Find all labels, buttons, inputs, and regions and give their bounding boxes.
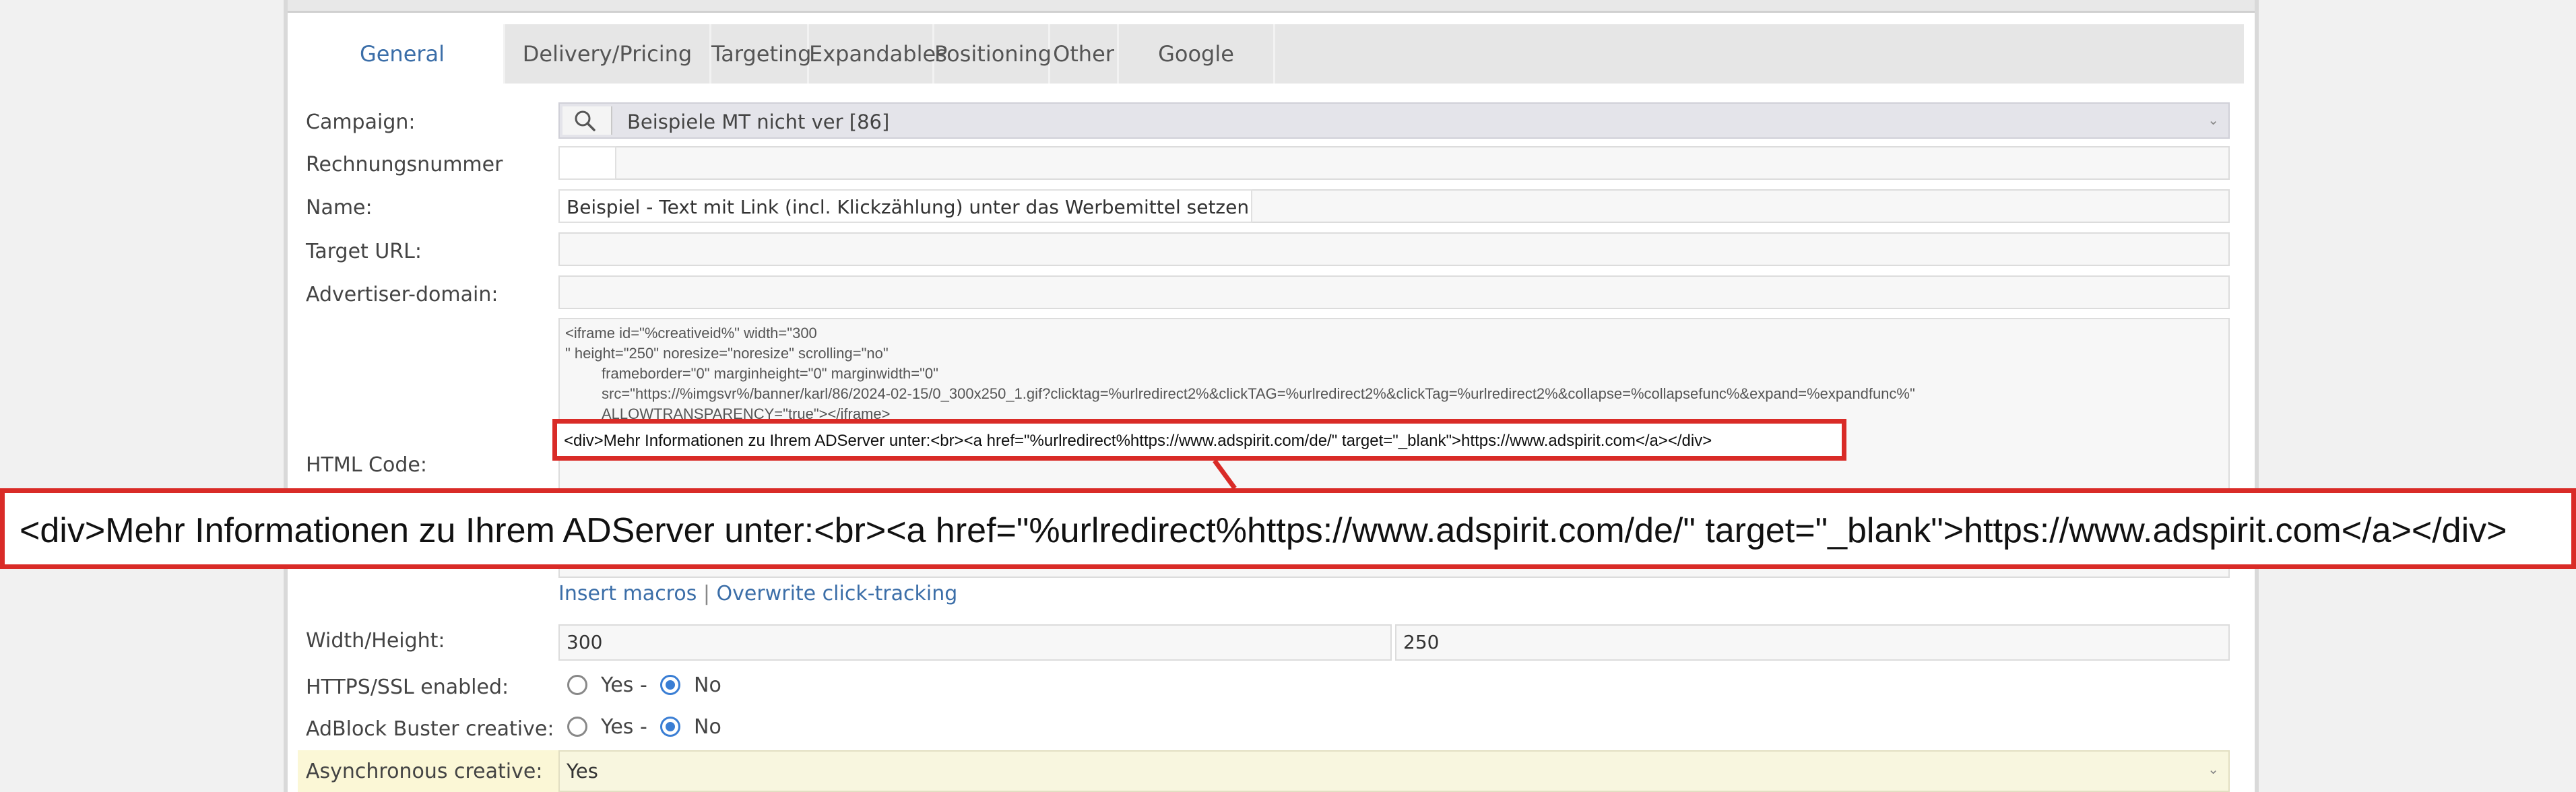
tab-positioning[interactable]: Positioning <box>934 24 1052 84</box>
width-value: 300 <box>567 631 603 653</box>
panel-top-edge <box>288 0 2255 13</box>
width-input[interactable]: 300 <box>558 624 1392 661</box>
tab-other[interactable]: Other <box>1050 24 1119 84</box>
code-zoom-callout: <div>Mehr Informationen zu Ihrem ADServe… <box>0 488 2576 569</box>
height-input[interactable]: 250 <box>1395 624 2230 661</box>
name-label: Name: <box>306 196 373 220</box>
code-line: <iframe id="%creativeid%" width="300 <box>565 325 817 341</box>
code-line: src="https://%imgsvr%/banner/karl/86/202… <box>602 385 1915 402</box>
link-separator: | <box>703 582 710 605</box>
async-label: Asynchronous creative: <box>306 760 543 783</box>
html-code-label: HTML Code: <box>306 453 427 477</box>
overwrite-click-tracking-link[interactable]: Overwrite click-tracking <box>717 582 958 605</box>
adblock-label: AdBlock Buster creative: <box>306 717 554 741</box>
target-url-label: Target URL: <box>306 240 422 263</box>
https-no-radio[interactable] <box>660 675 680 695</box>
adblock-no-label: No <box>694 715 721 739</box>
async-value: Yes <box>567 760 598 783</box>
campaign-value: Beispiele MT nicht ver [86] <box>627 110 890 133</box>
search-icon <box>575 110 595 131</box>
tab-targeting[interactable]: Targeting <box>711 24 811 84</box>
target-url-field[interactable] <box>558 232 2230 266</box>
invoice-input-box[interactable] <box>558 146 616 180</box>
https-yes-label: Yes - <box>601 673 647 697</box>
advertiser-domain-label: Advertiser-domain: <box>306 283 498 306</box>
insert-macros-link[interactable]: Insert macros <box>558 582 697 605</box>
invoice-field[interactable] <box>558 146 2230 180</box>
https-yes-radio[interactable] <box>567 675 587 695</box>
code-highlight-text: <div>Mehr Informationen zu Ihrem ADServe… <box>564 432 1712 450</box>
tab-bar: General Delivery/Pricing Targeting Expan… <box>301 24 2244 126</box>
code-zoom-text: <div>Mehr Informationen zu Ihrem ADServe… <box>20 511 2507 550</box>
width-height-label: Width/Height: <box>306 629 445 653</box>
campaign-select[interactable]: Beispiele MT nicht ver [86] ⌄ <box>558 102 2230 139</box>
https-label: HTTPS/SSL enabled: <box>306 675 509 699</box>
tab-google-analytics[interactable]: Google analytics <box>1119 24 1275 126</box>
code-links: Insert macros | Overwrite click-tracking <box>558 582 957 605</box>
callout-connector <box>1213 461 1237 488</box>
tab-expandables[interactable]: Expandables <box>809 24 947 84</box>
adblock-no-radio[interactable] <box>660 717 680 737</box>
async-select[interactable]: Yes ⌄ <box>558 750 2230 792</box>
code-line: frameborder="0" marginheight="0" marginw… <box>602 365 938 382</box>
adblock-yes-radio[interactable] <box>567 717 587 737</box>
campaign-label: Campaign: <box>306 110 416 134</box>
tab-delivery-pricing[interactable]: Delivery/Pricing <box>505 24 711 84</box>
name-value: Beispiel - Text mit Link (incl. Klickzäh… <box>567 196 1250 218</box>
adblock-yes-label: Yes - <box>601 715 647 739</box>
code-highlight-box: <div>Mehr Informationen zu Ihrem ADServe… <box>552 419 1846 461</box>
advertiser-domain-field[interactable] <box>558 275 2230 309</box>
code-line: " height="250" noresize="noresize" scrol… <box>565 345 889 362</box>
chevron-down-icon: ⌄ <box>2208 112 2219 128</box>
chevron-down-icon: ⌄ <box>2208 761 2219 777</box>
https-no-label: No <box>694 673 721 697</box>
name-field[interactable]: Beispiel - Text mit Link (incl. Klickzäh… <box>558 189 2230 223</box>
tab-general[interactable]: General <box>301 24 505 84</box>
campaign-search-button[interactable] <box>562 106 612 135</box>
invoice-label: Rechnungsnummer <box>306 153 503 176</box>
height-value: 250 <box>1403 631 1440 653</box>
